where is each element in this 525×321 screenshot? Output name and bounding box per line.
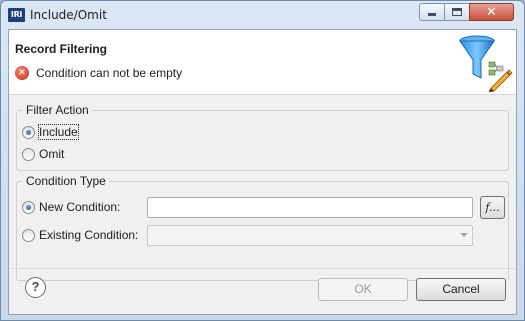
title-banner: Record Filtering ✕ Condition can not be … [9, 30, 516, 95]
omit-radio-option[interactable]: Omit [22, 147, 64, 161]
cancel-button[interactable]: Cancel [416, 278, 506, 301]
omit-radio-label[interactable]: Omit [39, 147, 64, 161]
maximize-button[interactable] [444, 3, 470, 21]
help-icon[interactable]: ? [25, 277, 46, 298]
existing-condition-radio-option[interactable]: Existing Condition: [22, 228, 138, 242]
new-condition-label[interactable]: New Condition: [39, 200, 120, 214]
iri-app-icon: IRI [8, 8, 25, 22]
new-condition-radio-button[interactable] [22, 200, 35, 214]
include-radio-button[interactable] [22, 125, 35, 139]
window-title: Include/Omit [30, 8, 107, 22]
new-condition-radio-option[interactable]: New Condition: [22, 200, 120, 214]
error-icon: ✕ [15, 66, 29, 80]
existing-condition-label[interactable]: Existing Condition: [39, 228, 138, 242]
close-button[interactable]: ✕ [469, 3, 514, 21]
ok-button[interactable]: OK [318, 278, 408, 301]
filter-action-legend: Filter Action [23, 103, 92, 117]
minimize-icon [428, 13, 436, 16]
filter-action-group: Filter Action [16, 103, 509, 171]
maximize-icon [452, 8, 462, 16]
function-builder-button[interactable]: f... [480, 196, 505, 219]
chevron-down-icon[interactable] [460, 233, 468, 237]
include-radio-label[interactable]: Include [38, 124, 79, 140]
footer-divider [9, 268, 516, 269]
title-bar[interactable]: IRI Include/Omit ✕ [1, 1, 524, 29]
include-radio-option[interactable]: Include [22, 124, 79, 140]
close-icon: ✕ [486, 4, 497, 20]
new-condition-input[interactable] [147, 197, 473, 218]
existing-condition-dropdown[interactable] [147, 225, 473, 246]
omit-radio-button[interactable] [22, 147, 35, 161]
minimize-button[interactable] [419, 3, 445, 21]
existing-condition-radio-button[interactable] [22, 228, 35, 242]
banner-title: Record Filtering [15, 42, 108, 56]
error-message: Condition can not be empty [36, 66, 183, 80]
funnel-filter-icon [459, 35, 513, 92]
include-omit-dialog: IRI Include/Omit ✕ Record Filtering ✕ Co… [0, 0, 525, 321]
condition-type-legend: Condition Type [23, 174, 109, 188]
dialog-client-area: Record Filtering ✕ Condition can not be … [8, 29, 517, 315]
